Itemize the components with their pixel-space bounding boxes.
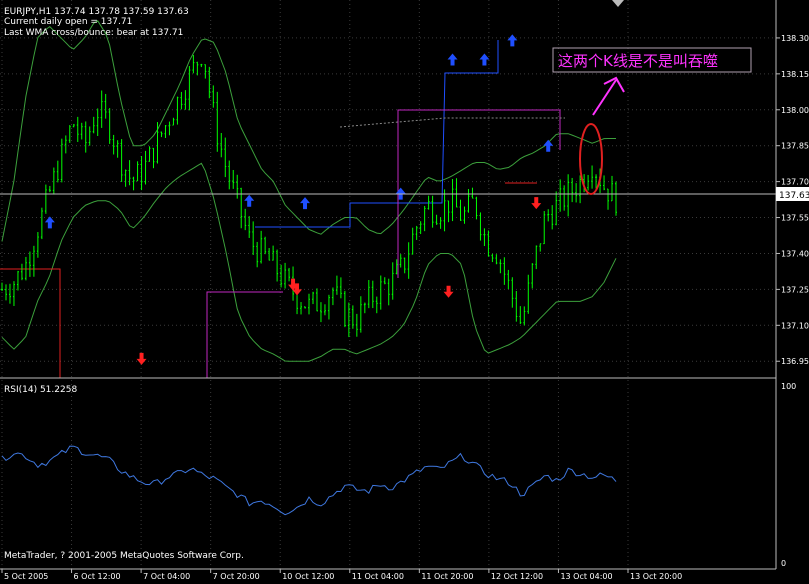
price-tick-label: 137.10 (781, 321, 809, 330)
symbol-line: EURJPY,H1 137.74 137.78 137.59 137.63 (4, 7, 189, 17)
time-tick-label: 12 Oct 12:00 (491, 572, 543, 580)
time-tick-label: 7 Oct 20:00 (213, 572, 260, 580)
price-chart[interactable]: 这两个K线是不是叫吞噬 EURJPY,H1 137.74 137.78 137.… (0, 0, 809, 581)
wma-line: Last WMA cross/bounce: bear at 137.71 (4, 28, 183, 38)
time-tick-label: 7 Oct 04:00 (143, 572, 190, 580)
rsi-tick-label: 0 (781, 559, 786, 568)
annotation-text: 这两个K线是不是叫吞噬 (558, 52, 718, 70)
price-tick-label: 137.70 (781, 178, 809, 187)
chart-window: 这两个K线是不是叫吞噬 EURJPY,H1 137.74 137.78 137.… (0, 0, 809, 581)
price-tick-label: 137.40 (781, 249, 809, 258)
price-tick-label: 137.55 (781, 214, 809, 223)
time-tick-label: 6 Oct 12:00 (74, 572, 121, 580)
price-tick-label: 137.25 (781, 285, 809, 294)
price-tick-label: 138.15 (781, 70, 809, 79)
time-tick-label: 13 Oct 04:00 (560, 572, 612, 580)
rsi-tick-label: 100 (781, 382, 796, 391)
time-tick-label: 10 Oct 12:00 (282, 572, 334, 580)
price-tick-label: 137.85 (781, 142, 809, 151)
price-tick-label: 138.30 (781, 34, 809, 43)
price-tick-label: 136.95 (781, 357, 809, 366)
rsi-label: RSI(14) 51.2258 (4, 385, 77, 395)
time-tick-label: 5 Oct 2005 (4, 572, 48, 580)
time-tick-label: 11 Oct 20:00 (421, 572, 473, 580)
current-price-label: 137.63 (779, 191, 809, 201)
copyright-text: MetaTrader, ? 2001-2005 MetaQuotes Softw… (4, 551, 244, 561)
price-tick-label: 138.00 (781, 106, 809, 115)
time-tick-label: 11 Oct 04:00 (352, 572, 404, 580)
daily-open-line: Current daily open = 137.71 (4, 17, 132, 27)
time-tick-label: 13 Oct 20:00 (630, 572, 682, 580)
